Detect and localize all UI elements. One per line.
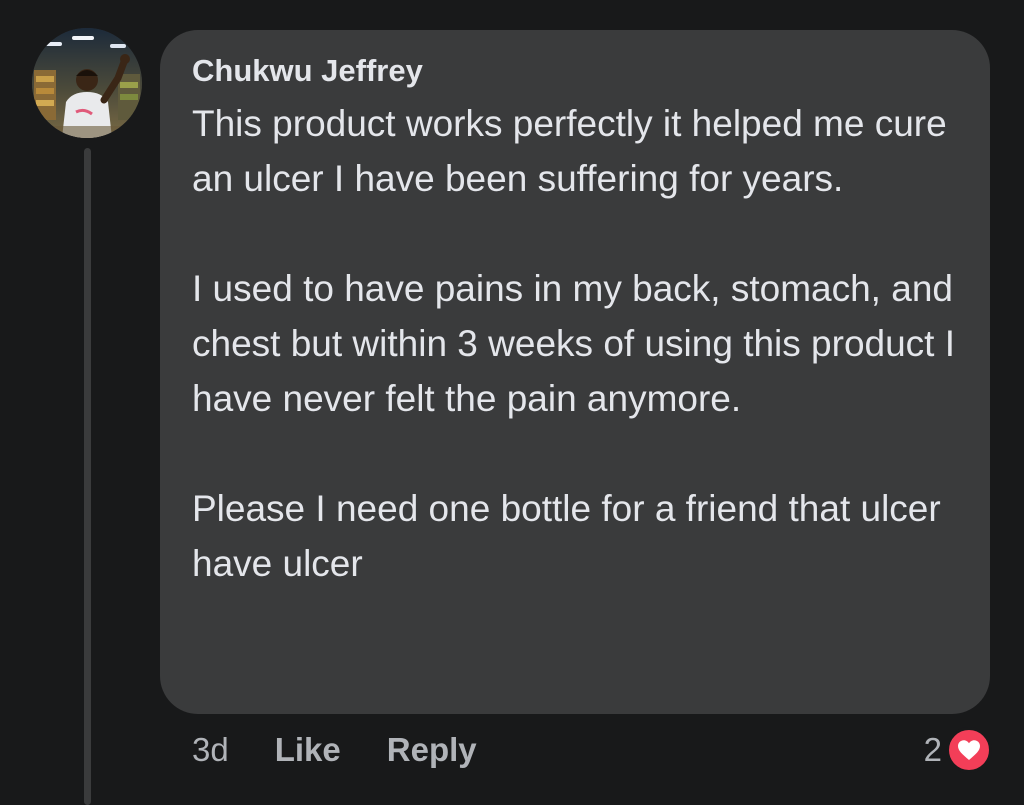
reaction-count: 2 bbox=[923, 731, 942, 768]
heart-icon bbox=[946, 727, 992, 773]
comment-timestamp[interactable]: 3d bbox=[192, 731, 229, 769]
comment-paragraph-1: This product works perfectly it helped m… bbox=[192, 103, 947, 199]
comment-text: This product works perfectly it helped m… bbox=[192, 96, 956, 591]
avatar-photo bbox=[32, 28, 142, 138]
reaction-summary[interactable]: 2 bbox=[924, 726, 992, 774]
comment-paragraph-3: Please I need one bottle for a friend th… bbox=[192, 488, 941, 584]
comment-thread: Chukwu Jeffrey This product works perfec… bbox=[0, 0, 1024, 805]
comment-author[interactable]: Chukwu Jeffrey bbox=[192, 52, 956, 90]
comment-bubble: Chukwu Jeffrey This product works perfec… bbox=[160, 30, 990, 714]
avatar[interactable] bbox=[32, 28, 142, 138]
like-button[interactable]: Like bbox=[275, 731, 341, 769]
comment-paragraph-2: I used to have pains in my back, stomach… bbox=[192, 268, 956, 419]
reply-button[interactable]: Reply bbox=[387, 731, 477, 769]
comment-actions: 3d Like Reply bbox=[192, 728, 523, 772]
thread-line bbox=[84, 148, 91, 805]
